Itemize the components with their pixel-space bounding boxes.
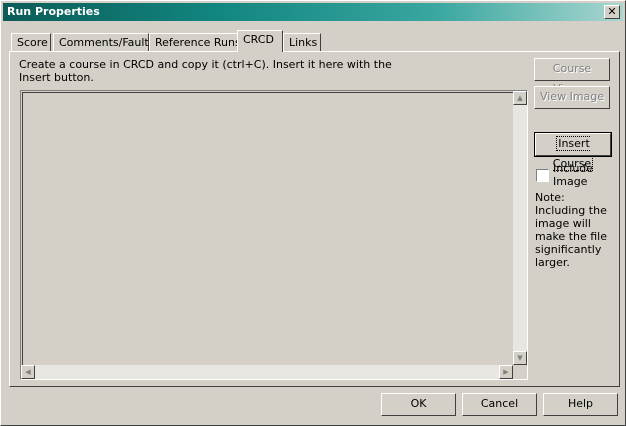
crcd-tab-panel: Create a course in CRCD and copy it (ctr… — [9, 51, 620, 387]
tab-score[interactable]: Score — [11, 33, 51, 51]
run-properties-dialog: Run Properties ✕ Score Comments/Faults R… — [0, 0, 626, 426]
insert-course-button[interactable]: Insert Course — [534, 132, 612, 171]
help-button[interactable]: Help — [543, 393, 618, 416]
scrollbar-corner — [513, 365, 527, 379]
cancel-button[interactable]: Cancel — [462, 393, 537, 416]
title-bar[interactable]: Run Properties ✕ — [3, 3, 623, 21]
tab-label: Comments/Faults — [59, 36, 155, 49]
include-image-label[interactable]: Include Image — [553, 162, 613, 188]
tab-label: Score — [17, 36, 48, 49]
horizontal-scrollbar[interactable]: ◀ ▶ — [21, 365, 513, 379]
view-image-button[interactable]: View Image — [534, 86, 610, 109]
tab-reference-runs[interactable]: Reference Runs — [149, 33, 241, 51]
tab-label: CRCD — [243, 33, 274, 46]
close-icon: ✕ — [607, 5, 617, 18]
scroll-left-icon[interactable]: ◀ — [21, 365, 35, 379]
close-button[interactable]: ✕ — [604, 5, 620, 19]
tab-label: Reference Runs — [155, 36, 241, 49]
tab-links[interactable]: Links — [283, 33, 321, 51]
scroll-right-icon[interactable]: ▶ — [499, 365, 513, 379]
ok-button[interactable]: OK — [381, 393, 456, 416]
tab-label: Links — [289, 36, 318, 49]
crcd-instructions: Create a course in CRCD and copy it (ctr… — [19, 58, 392, 84]
tab-crcd[interactable]: CRCD — [237, 30, 283, 52]
scroll-down-icon[interactable]: ▼ — [513, 351, 527, 365]
include-image-checkbox[interactable] — [536, 169, 549, 182]
tab-comments-faults[interactable]: Comments/Faults — [53, 33, 154, 51]
vertical-scrollbar[interactable]: ▲ ▼ — [513, 91, 527, 365]
course-text-content[interactable] — [22, 92, 526, 378]
include-image-note: Note: Including the image will make the … — [535, 191, 607, 269]
scroll-up-icon[interactable]: ▲ — [513, 91, 527, 105]
course-text-area[interactable]: ▲ ▼ ◀ ▶ — [20, 90, 528, 380]
window-title: Run Properties — [7, 5, 100, 18]
course-viewer-button[interactable]: Course Viewer — [534, 58, 610, 95]
